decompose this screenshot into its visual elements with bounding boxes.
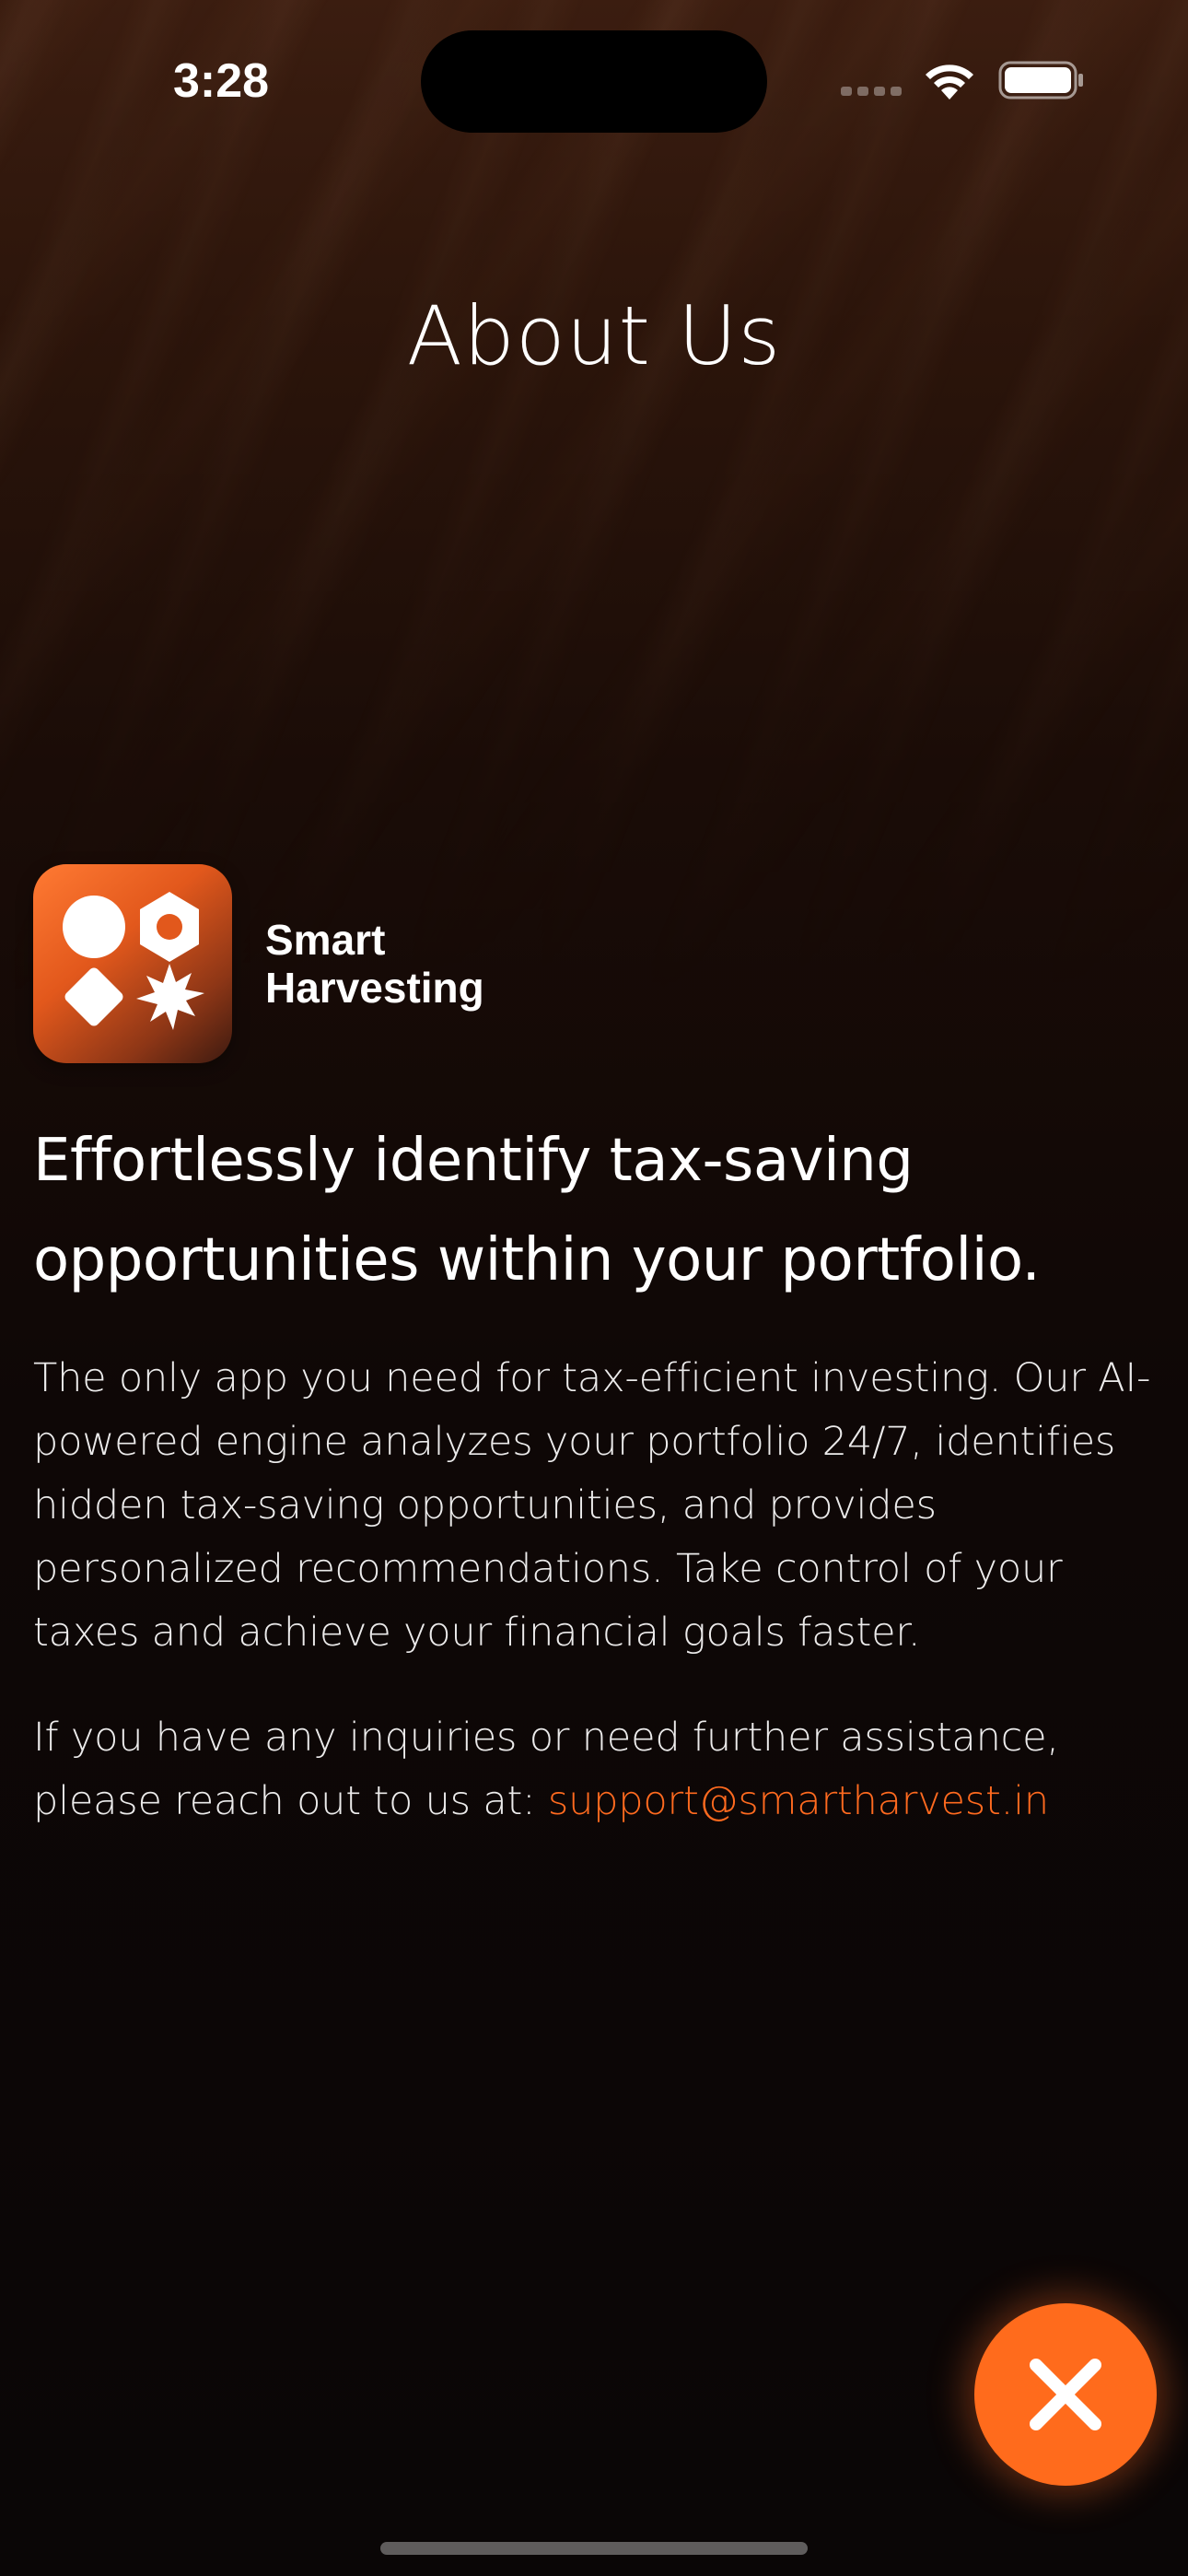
- brand-name-line1: Smart: [265, 916, 386, 964]
- brand-name-line2: Harvesting: [265, 964, 484, 1012]
- home-indicator: [380, 2542, 808, 2555]
- contact-paragraph: If you have any inquiries or need furthe…: [33, 1706, 1157, 1833]
- about-screen: 3:28 About Us Smart Harvesting Effortles…: [0, 0, 1188, 2576]
- brand-name: Smart Harvesting: [265, 916, 542, 1012]
- dynamic-island: [421, 30, 767, 133]
- close-button[interactable]: [974, 2303, 1157, 2486]
- wifi-icon: [926, 64, 973, 100]
- status-time: 3:28: [172, 54, 270, 108]
- signal-icon: [841, 85, 905, 98]
- app-logo-icon: [33, 864, 232, 1063]
- support-email-link[interactable]: support@smartharvest.in: [548, 1778, 1049, 1824]
- description: The only app you need for tax-efficient …: [33, 1355, 1151, 1656]
- background-rays: [0, 0, 1188, 1013]
- page-title: About Us: [406, 288, 782, 383]
- headline: Effortlessly identify tax-saving opportu…: [33, 1127, 1041, 1294]
- close-icon: [1030, 2359, 1101, 2430]
- battery-icon: [998, 61, 1083, 100]
